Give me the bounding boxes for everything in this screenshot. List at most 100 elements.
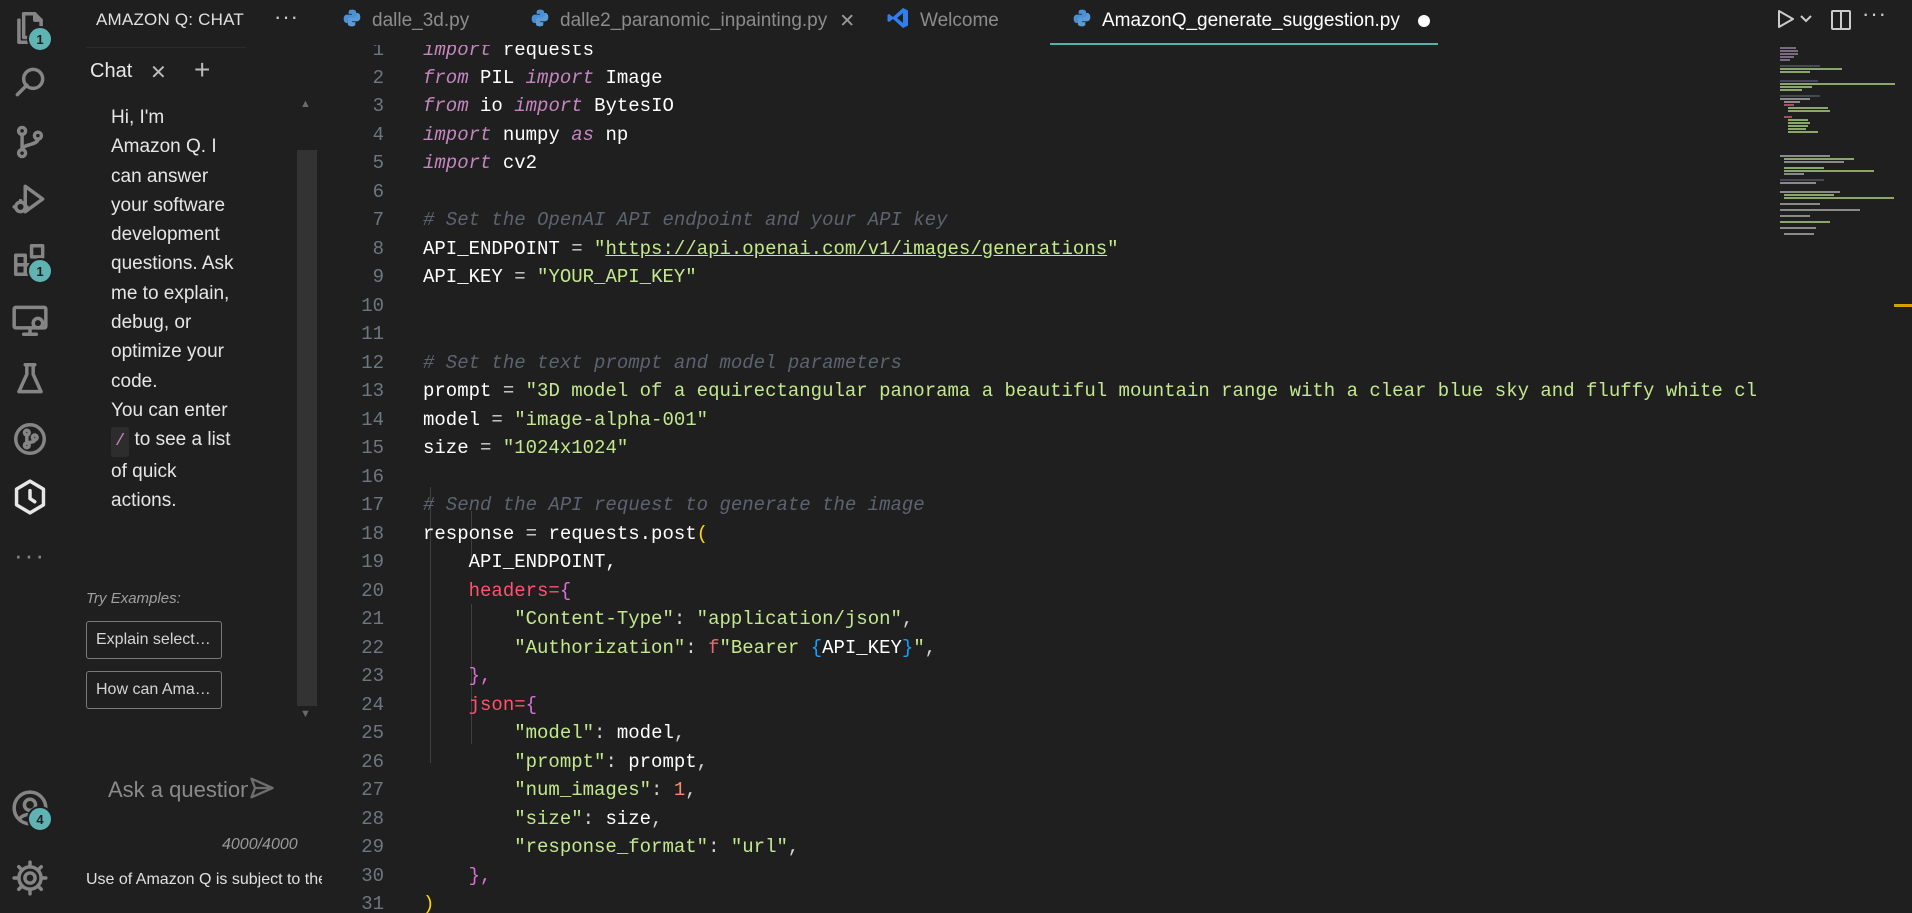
run-options-button[interactable] — [1798, 8, 1816, 30]
source-control-icon — [11, 123, 49, 166]
tab-label: dalle_3d.py — [372, 10, 470, 31]
line-number: 8 — [372, 238, 384, 260]
code-line-6: 6 — [332, 178, 423, 206]
line-number: 7 — [372, 209, 384, 231]
try-examples-label: Try Examples: — [86, 590, 181, 607]
chat-input[interactable] — [106, 772, 250, 808]
run-debug-button[interactable] — [0, 171, 60, 231]
tab-welcome[interactable]: Welcome — [886, 0, 999, 42]
code-line-22: 22 "Authorization": f"Bearer {API_KEY}", — [332, 634, 936, 662]
chat-tab[interactable]: Chat — [90, 60, 132, 83]
code-line-21: 21 "Content-Type": "application/json", — [332, 605, 913, 633]
example-explain-button[interactable]: Explain selected code — [86, 621, 222, 659]
line-number: 10 — [361, 295, 384, 317]
amazon-q-chat-panel: AMAZON Q: CHAT ··· Chat ✕ + Hi, I'm Amaz… — [60, 0, 332, 913]
code-line-13: 13 prompt = "3D model of a equirectangula… — [332, 377, 1757, 405]
terms-notice: Use of Amazon Q is subject to the AWS Re… — [86, 871, 322, 888]
code-line-17: 17 # Send the API request to generate the… — [332, 491, 925, 519]
source-control-button[interactable] — [0, 114, 60, 174]
line-number: 13 — [361, 380, 384, 402]
welcome-message: Hi, I'm Amazon Q. I can answer your soft… — [111, 103, 236, 515]
chevron-down-icon — [1798, 15, 1814, 34]
close-icon[interactable]: ✕ — [839, 10, 855, 33]
welcome-text-hint: You can enter — [111, 399, 228, 421]
chat-scrollbar[interactable] — [297, 150, 317, 706]
scrollbar-marker — [1894, 304, 1912, 307]
line-number: 2 — [372, 67, 384, 89]
code-line-11: 11 — [332, 320, 423, 348]
python-icon — [1072, 8, 1102, 34]
testing-button[interactable] — [0, 351, 60, 411]
code-line-29: 29 "response_format": "url", — [332, 833, 799, 861]
tab-amazonq-generate[interactable]: AmazonQ_generate_suggestion.py — [1072, 0, 1430, 42]
account-button[interactable]: 4 — [0, 780, 60, 840]
scroll-up-arrow-icon[interactable]: ▲ — [300, 98, 311, 110]
scroll-down-arrow-icon[interactable]: ▼ — [300, 708, 311, 720]
code-line-26: 26 "prompt": prompt, — [332, 748, 708, 776]
extensions-button[interactable]: 1 — [0, 232, 60, 292]
activity-bar: 1 1 ··· 4 — [0, 0, 60, 913]
line-number: 29 — [361, 836, 384, 858]
tab-dalle2-inpainting[interactable]: dalle2_paranomic_inpainting.py ✕ — [530, 0, 855, 42]
git-graph-button[interactable] — [0, 411, 60, 471]
line-number: 4 — [372, 124, 384, 146]
line-number: 12 — [361, 352, 384, 374]
code-line-31: 31) — [332, 890, 434, 913]
welcome-text: Hi, I'm Amazon Q. I can answer your soft… — [111, 107, 234, 392]
chat-tab-close-icon[interactable]: ✕ — [150, 60, 167, 85]
api-url-link[interactable]: https://api.openai.com/v1/images/generat… — [605, 238, 1107, 260]
code-line-3: 3 from io import BytesIO — [332, 92, 674, 120]
tab-label: Welcome — [920, 10, 999, 31]
tab-dalle-3d[interactable]: dalle_3d.py — [342, 0, 469, 42]
python-icon — [342, 8, 372, 34]
tab-label: AmazonQ_generate_suggestion.py — [1102, 10, 1400, 31]
split-editor-button[interactable] — [1829, 8, 1853, 32]
minimap[interactable] — [1774, 45, 1899, 245]
editor-more-button[interactable]: ··· — [1862, 1, 1887, 27]
line-number: 17 — [361, 494, 384, 516]
code-line-19: 19 API_ENDPOINT, — [332, 548, 617, 576]
example-how-button[interactable]: How can Amazon Q help me? — [86, 671, 222, 709]
line-number: 21 — [361, 608, 384, 630]
line-number: 14 — [361, 409, 384, 431]
line-number: 1 — [372, 45, 384, 61]
line-number: 16 — [361, 466, 384, 488]
explorer-button[interactable]: 1 — [0, 0, 60, 60]
code-line-20: 20 headers={ — [332, 577, 571, 605]
amazon-q-button[interactable] — [0, 469, 60, 529]
settings-gear-icon — [11, 859, 49, 902]
code-line-25: 25 "model": model, — [332, 719, 685, 747]
run-button[interactable] — [1773, 7, 1799, 33]
code-line-14: 14 model = "image-alpha-001" — [332, 406, 708, 434]
line-number: 27 — [361, 779, 384, 801]
code-line-28: 28 "size": size, — [332, 805, 662, 833]
line-number: 6 — [372, 181, 384, 203]
line-number: 22 — [361, 637, 384, 659]
unsaved-dot-icon[interactable] — [1417, 15, 1430, 27]
line-number: 20 — [361, 580, 384, 602]
explorer-badge: 1 — [27, 26, 53, 52]
line-number: 9 — [372, 266, 384, 288]
send-button[interactable] — [248, 774, 278, 804]
testing-icon — [11, 360, 49, 403]
new-chat-button[interactable]: + — [194, 54, 210, 86]
line-number: 23 — [361, 665, 384, 687]
code-line-10: 10 — [332, 292, 423, 320]
more-views-button[interactable]: ··· — [0, 525, 60, 585]
search-button[interactable] — [0, 54, 60, 114]
account-badge: 4 — [27, 806, 53, 832]
search-icon — [11, 63, 49, 106]
char-count: 4000/4000 — [222, 836, 298, 853]
panel-more-button[interactable]: ··· — [274, 4, 299, 30]
line-number: 28 — [361, 808, 384, 830]
code-line-5: 5 import cv2 — [332, 149, 537, 177]
code-line-24: 24 json={ — [332, 691, 537, 719]
tab-label: dalle2_paranomic_inpainting.py — [560, 10, 828, 31]
line-number: 19 — [361, 551, 384, 573]
settings-button[interactable] — [0, 850, 60, 910]
code-line-8: 8 API_ENDPOINT = "https://api.openai.com/… — [332, 235, 1119, 263]
code-line-18: 18 response = requests.post( — [332, 520, 708, 548]
code-editor[interactable]: 1 import requests 2 from PIL import Image … — [332, 45, 1774, 913]
remote-explorer-button[interactable] — [0, 292, 60, 352]
run-debug-icon — [11, 180, 49, 223]
